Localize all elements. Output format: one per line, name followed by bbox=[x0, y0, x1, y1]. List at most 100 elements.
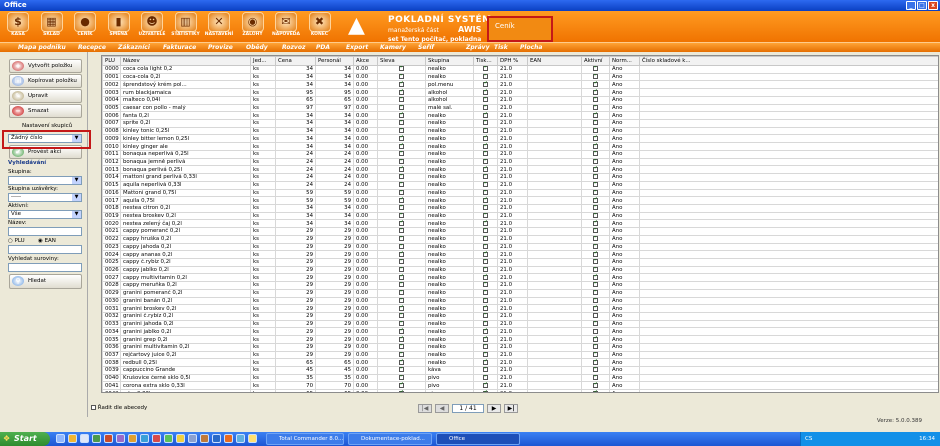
menu-item[interactable]: Recepce bbox=[78, 44, 106, 51]
checkbox[interactable] bbox=[483, 267, 489, 273]
column-header[interactable]: Jed... bbox=[250, 56, 276, 66]
checkbox[interactable] bbox=[593, 390, 599, 392]
maximize-button[interactable]: □ bbox=[917, 1, 927, 10]
search-button[interactable]: ⚲ Hledat bbox=[9, 274, 82, 289]
checkbox[interactable] bbox=[593, 267, 599, 273]
checkbox[interactable] bbox=[593, 159, 599, 164]
close-button[interactable]: x bbox=[928, 1, 938, 10]
quicklaunch-icon[interactable] bbox=[152, 434, 161, 443]
table-row[interactable]: 0019nestea broskev 0,2lks34340.00nealko2… bbox=[102, 211, 938, 221]
checkbox[interactable] bbox=[399, 81, 405, 87]
quicklaunch-icon[interactable] bbox=[128, 434, 137, 443]
table-row[interactable]: 0042oder 0,33lks65650.00pivo21.0Ano bbox=[102, 389, 938, 392]
table-row[interactable]: 0018nestea citron 0,2lks34340.00nealko21… bbox=[102, 203, 938, 213]
checkbox[interactable] bbox=[483, 174, 489, 180]
checkbox[interactable] bbox=[399, 243, 405, 249]
quicklaunch-icon[interactable] bbox=[212, 434, 221, 443]
quicklaunch-icon[interactable] bbox=[140, 434, 149, 443]
column-header[interactable]: Název bbox=[120, 56, 251, 66]
prev-page-button[interactable]: ◀ bbox=[435, 404, 449, 413]
table-row[interactable]: 0034granini jablko 0,2lks29290.00nealko2… bbox=[102, 327, 938, 337]
checkbox[interactable] bbox=[593, 321, 599, 327]
checkbox[interactable] bbox=[593, 81, 599, 87]
checkbox[interactable] bbox=[483, 382, 489, 388]
checkbox[interactable] bbox=[593, 305, 599, 311]
table-row[interactable]: 0006fanta 0,2lks34340.00nealko21.0Ano bbox=[102, 111, 938, 121]
user-group-select[interactable]: ----- ▼ bbox=[8, 193, 82, 202]
table-row[interactable]: 0028cappy meruňka 0,2lks29290.00nealko21… bbox=[102, 281, 938, 290]
table-row[interactable]: 0033granini jahoda 0,2lks29290.00nealko2… bbox=[102, 319, 938, 329]
table-row[interactable]: 0017aquila 0,75lks59590.00nealko21.0Ano bbox=[102, 196, 938, 205]
ingredient-input[interactable] bbox=[8, 263, 82, 272]
checkbox[interactable] bbox=[399, 135, 405, 141]
checkbox[interactable] bbox=[593, 375, 599, 381]
column-header[interactable]: EAN bbox=[527, 56, 582, 66]
checkbox[interactable] bbox=[483, 243, 489, 249]
toolbar-cash-register-button[interactable]: $ KASA bbox=[2, 12, 34, 41]
checkbox[interactable] bbox=[483, 213, 489, 219]
menu-item[interactable]: Obědy bbox=[246, 44, 268, 51]
checkbox[interactable] bbox=[483, 135, 489, 141]
checkbox[interactable] bbox=[399, 321, 405, 327]
checkbox[interactable] bbox=[593, 274, 599, 280]
language-indicator[interactable]: CS bbox=[805, 432, 812, 446]
checkbox[interactable] bbox=[593, 313, 598, 319]
table-row[interactable]: 0009kinley bitter lemon 0,25lks34340.00n… bbox=[102, 134, 938, 144]
menu-item[interactable]: Fakturace bbox=[163, 44, 196, 51]
checkbox[interactable] bbox=[593, 128, 599, 134]
checkbox[interactable] bbox=[593, 89, 599, 95]
table-row[interactable]: 0039cappuccino Grandeks45450.00káva21.0A… bbox=[102, 366, 938, 375]
checkbox[interactable] bbox=[483, 236, 489, 242]
quicklaunch-icon[interactable] bbox=[200, 434, 209, 443]
group-filter-select[interactable]: ▼ bbox=[8, 176, 82, 185]
menu-item[interactable]: Mapa podniku bbox=[18, 44, 66, 51]
checkbox[interactable] bbox=[593, 151, 599, 157]
table-row[interactable]: 0040Krušovice černé sklo 0,5lks35350.00p… bbox=[102, 373, 938, 383]
checkbox[interactable] bbox=[593, 135, 599, 141]
checkbox[interactable] bbox=[483, 220, 489, 226]
checkbox[interactable] bbox=[399, 112, 405, 118]
checkbox[interactable] bbox=[399, 367, 405, 373]
checkbox[interactable] bbox=[593, 344, 599, 350]
last-page-button[interactable]: ▶| bbox=[504, 404, 518, 413]
checkbox[interactable] bbox=[483, 205, 489, 211]
checkbox[interactable] bbox=[399, 274, 405, 280]
checkbox[interactable] bbox=[593, 220, 599, 226]
next-page-button[interactable]: ▶ bbox=[487, 404, 501, 413]
table-row[interactable]: 0022cappy hruška 0,2lks29290.00nealko21.… bbox=[102, 234, 938, 244]
table-row[interactable]: 0001coca-cola 0,2lks34340.00nealko21.0An… bbox=[102, 72, 938, 82]
checkbox[interactable] bbox=[399, 205, 405, 211]
checkbox[interactable] bbox=[483, 367, 489, 373]
table-row[interactable]: 0015aquila neperlivá 0,33lks24240.00neal… bbox=[102, 180, 938, 190]
column-header[interactable]: DPH % bbox=[497, 56, 528, 66]
checkbox[interactable] bbox=[483, 282, 489, 288]
table-row[interactable]: 0005caesar con pollo - malýks97970.00mal… bbox=[102, 103, 938, 113]
checkbox[interactable] bbox=[399, 166, 405, 172]
checkbox[interactable] bbox=[483, 336, 489, 342]
checkbox[interactable] bbox=[399, 159, 405, 164]
checkbox[interactable] bbox=[593, 120, 599, 126]
checkbox[interactable] bbox=[399, 220, 405, 226]
sort-alphabetical-checkbox[interactable]: Řadit dle abecedy bbox=[91, 405, 147, 411]
menu-item[interactable]: Plocha bbox=[520, 44, 542, 51]
table-row[interactable]: 0014 mattoni grand perlivá 0,33l ks 24 24 0.0… bbox=[102, 173, 938, 182]
checkbox[interactable] bbox=[483, 313, 489, 319]
checkbox[interactable] bbox=[483, 321, 489, 327]
checkbox[interactable] bbox=[399, 143, 405, 149]
checkbox[interactable] bbox=[399, 174, 405, 180]
checkbox[interactable] bbox=[399, 120, 405, 126]
menu-item[interactable]: Tisk bbox=[494, 44, 508, 51]
column-header[interactable]: Norm... bbox=[609, 56, 640, 66]
checkbox[interactable] bbox=[483, 151, 489, 157]
checkbox[interactable] bbox=[399, 282, 405, 288]
checkbox[interactable] bbox=[593, 352, 599, 357]
edit-button[interactable]: ✎ Upravit bbox=[9, 89, 82, 103]
checkbox[interactable] bbox=[399, 336, 405, 342]
taskbar-item-office[interactable]: Office bbox=[436, 433, 520, 445]
checkbox[interactable] bbox=[593, 74, 599, 80]
checkbox[interactable] bbox=[483, 128, 489, 134]
checkbox[interactable] bbox=[399, 328, 405, 334]
menu-item[interactable]: Provize bbox=[208, 44, 233, 51]
checkbox[interactable] bbox=[593, 228, 599, 234]
checkbox[interactable] bbox=[483, 375, 489, 381]
